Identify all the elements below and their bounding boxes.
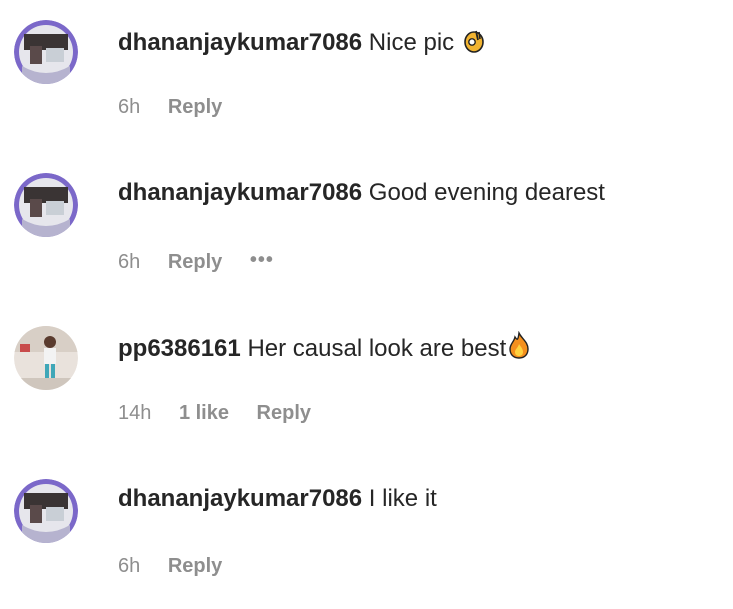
comment-meta: 6h Reply ••• xyxy=(118,247,296,275)
comment-timestamp: 6h xyxy=(118,251,141,273)
avatar[interactable] xyxy=(14,20,78,84)
comment-item: pp6386161 Her causal look are best 14h 1… xyxy=(0,306,733,456)
comment-body: Good evening dearest xyxy=(368,179,605,206)
reply-button[interactable]: Reply xyxy=(168,553,222,579)
avatar[interactable] xyxy=(14,173,78,237)
comment-meta: 6h Reply xyxy=(118,94,244,120)
comment-timestamp: 14h xyxy=(118,402,152,424)
comment-item: dhananjaykumar7086 Good evening dearest … xyxy=(0,153,733,303)
comment-text-line: dhananjaykumar7086 Nice pic xyxy=(118,27,485,61)
comment-item: dhananjaykumar7086 Nice pic 6h Reply xyxy=(0,0,733,150)
comment-timestamp: 6h xyxy=(118,96,141,118)
comment-item: dhananjaykumar7086 I like it 6h Reply xyxy=(0,459,733,609)
more-options-icon[interactable]: ••• xyxy=(250,247,274,273)
comment-body: Nice pic xyxy=(368,29,455,56)
comment-meta: 6h Reply xyxy=(118,553,244,579)
avatar[interactable] xyxy=(14,326,78,390)
reply-button[interactable]: Reply xyxy=(168,249,222,275)
reply-button[interactable]: Reply xyxy=(257,400,311,426)
comment-timestamp: 6h xyxy=(118,555,141,577)
comment-text-line: dhananjaykumar7086 Good evening dearest xyxy=(118,178,605,208)
comment-body: I like it xyxy=(368,485,437,512)
avatar[interactable] xyxy=(14,479,78,543)
comment-body: Her causal look are best xyxy=(247,335,507,362)
ok-hand-emoji-icon xyxy=(463,27,485,61)
comment-username[interactable]: pp6386161 xyxy=(118,335,241,362)
comment-text-line: pp6386161 Her causal look are best xyxy=(118,330,530,367)
like-count[interactable]: 1 like xyxy=(179,400,229,426)
comment-meta: 14h 1 like Reply xyxy=(118,400,333,426)
fire-emoji-icon xyxy=(508,330,530,367)
comment-username[interactable]: dhananjaykumar7086 xyxy=(118,29,362,56)
comment-username[interactable]: dhananjaykumar7086 xyxy=(118,179,362,206)
comment-text-line: dhananjaykumar7086 I like it xyxy=(118,484,437,514)
comment-username[interactable]: dhananjaykumar7086 xyxy=(118,485,362,512)
reply-button[interactable]: Reply xyxy=(168,94,222,120)
